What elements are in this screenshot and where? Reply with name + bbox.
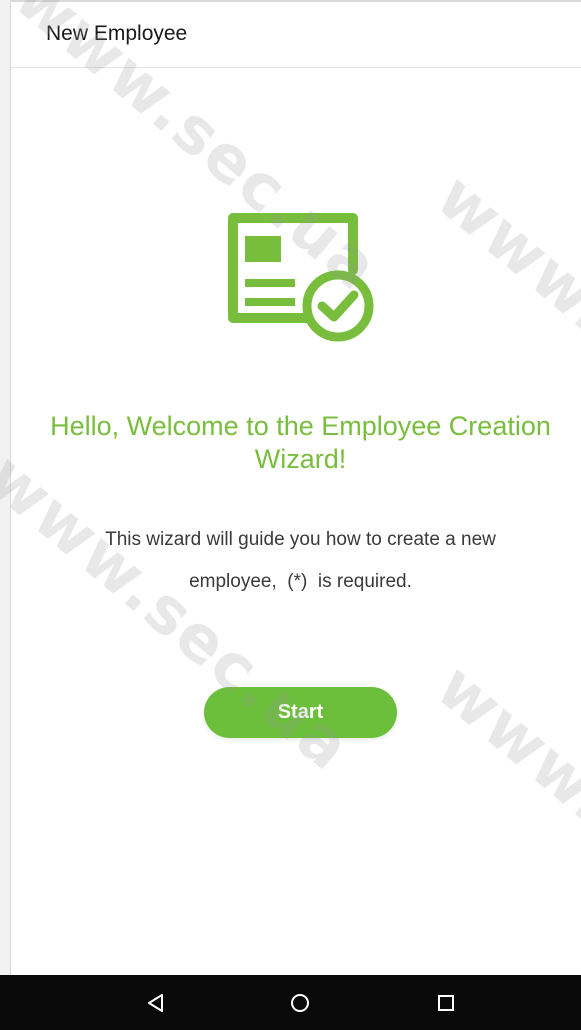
wizard-description: This wizard will guide you how to create… [105, 529, 496, 592]
page-title: New Employee [46, 22, 188, 45]
recent-apps-icon[interactable] [426, 985, 466, 1021]
employee-card-check-icon [225, 210, 375, 345]
start-button[interactable]: Start [204, 687, 397, 738]
title-bar: New Employee [11, 0, 581, 68]
home-icon[interactable] [280, 985, 320, 1021]
watermark: www.sec.ua [422, 650, 581, 997]
android-nav-bar [0, 975, 581, 1030]
screen: New Employee Hello, Welcome to the Emplo… [0, 0, 581, 1030]
back-icon[interactable] [136, 985, 176, 1021]
left-edge [0, 0, 11, 975]
welcome-heading: Hello, Welcome to the Employee Creation … [50, 411, 551, 474]
